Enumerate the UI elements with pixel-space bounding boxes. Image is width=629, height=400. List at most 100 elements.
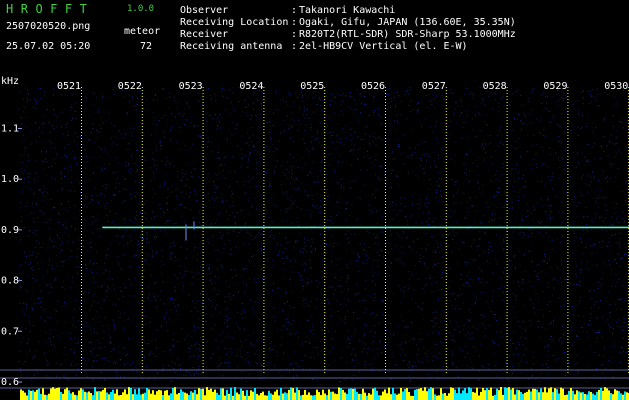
noise-speck <box>519 286 520 288</box>
noise-speck <box>143 159 145 161</box>
noise-speck <box>508 196 510 197</box>
noise-speck <box>364 184 366 186</box>
noise-speck <box>375 154 377 156</box>
noise-speck <box>453 114 455 116</box>
time-tick-dot <box>141 96 143 97</box>
noise-speck <box>601 146 602 148</box>
noise-speck <box>507 264 509 266</box>
noise-speck <box>369 370 371 372</box>
noise-speck <box>615 202 617 204</box>
noise-speck <box>483 316 485 318</box>
noise-speck <box>103 150 105 152</box>
noise-speck <box>341 184 343 186</box>
noise-speck <box>184 145 186 147</box>
noise-speck <box>123 329 125 331</box>
noise-speck <box>387 239 389 241</box>
band-column <box>58 387 60 400</box>
noise-speck <box>384 172 386 174</box>
noise-speck <box>252 145 254 147</box>
noise-speck <box>23 302 25 304</box>
noise-speck <box>309 368 311 370</box>
band-column <box>242 390 244 400</box>
noise-speck <box>384 211 386 213</box>
noise-speck <box>340 303 342 305</box>
noise-speck <box>406 90 408 92</box>
noise-speck <box>139 154 141 156</box>
noise-speck <box>419 199 420 201</box>
noise-speck <box>96 130 98 132</box>
noise-speck <box>376 222 378 224</box>
noise-speck <box>466 112 468 114</box>
noise-speck <box>403 198 405 200</box>
time-tick-dot <box>81 207 82 208</box>
noise-speck <box>478 255 480 257</box>
noise-speck <box>589 184 591 186</box>
noise-speck <box>154 237 156 238</box>
noise-speck <box>518 282 520 284</box>
noise-speck <box>608 291 610 293</box>
noise-speck <box>435 371 437 373</box>
noise-speck <box>231 134 233 136</box>
noise-speck <box>377 243 379 245</box>
noise-speck <box>30 143 32 145</box>
noise-speck <box>36 372 38 374</box>
noise-speck <box>502 380 504 382</box>
time-tick-dot <box>81 186 82 187</box>
noise-speck <box>136 104 138 106</box>
noise-speck <box>24 251 25 253</box>
band-column <box>216 392 218 400</box>
noise-speck <box>377 260 378 262</box>
noise-speck <box>140 202 142 204</box>
noise-speck <box>288 128 290 130</box>
noise-speck <box>248 154 250 156</box>
noise-speck <box>143 203 145 205</box>
noise-speck <box>127 243 129 244</box>
time-tick-dot <box>81 150 82 151</box>
noise-speck <box>442 272 444 274</box>
noise-speck <box>217 347 219 349</box>
noise-speck <box>594 231 596 233</box>
noise-speck <box>286 115 288 117</box>
noise-speck <box>433 151 435 153</box>
noise-speck <box>78 239 80 241</box>
noise-speck <box>178 364 180 366</box>
band-column <box>468 387 470 400</box>
noise-speck <box>609 315 611 317</box>
band-column <box>332 391 334 400</box>
noise-speck <box>541 102 543 104</box>
noise-speck <box>219 333 221 335</box>
noise-speck <box>79 136 81 137</box>
noise-speck <box>544 254 545 255</box>
time-tick-dot <box>141 129 143 130</box>
noise-speck <box>504 297 506 299</box>
noise-speck <box>274 172 275 174</box>
band-column <box>440 388 442 400</box>
noise-speck <box>215 219 217 221</box>
band-column <box>36 389 38 400</box>
band-column <box>76 395 78 400</box>
noise-speck <box>174 372 176 374</box>
noise-speck <box>552 179 554 181</box>
noise-speck <box>509 104 511 106</box>
noise-speck <box>542 164 544 166</box>
noise-speck <box>283 303 285 305</box>
noise-speck <box>122 188 124 190</box>
noise-speck <box>32 358 34 360</box>
noise-speck <box>279 232 281 234</box>
noise-speck <box>110 350 112 352</box>
time-tick-dot <box>141 153 143 154</box>
noise-speck <box>488 249 490 250</box>
noise-speck <box>90 241 92 243</box>
noise-speck <box>136 149 138 151</box>
band-column <box>444 393 446 400</box>
noise-speck <box>451 350 453 352</box>
noise-speck <box>269 121 271 123</box>
noise-speck <box>246 268 248 270</box>
noise-speck <box>300 250 302 252</box>
noise-speck <box>407 173 409 175</box>
noise-speck <box>123 364 125 366</box>
noise-speck <box>64 175 66 177</box>
noise-speck <box>335 330 337 332</box>
noise-speck <box>73 308 75 310</box>
noise-speck <box>590 95 592 97</box>
